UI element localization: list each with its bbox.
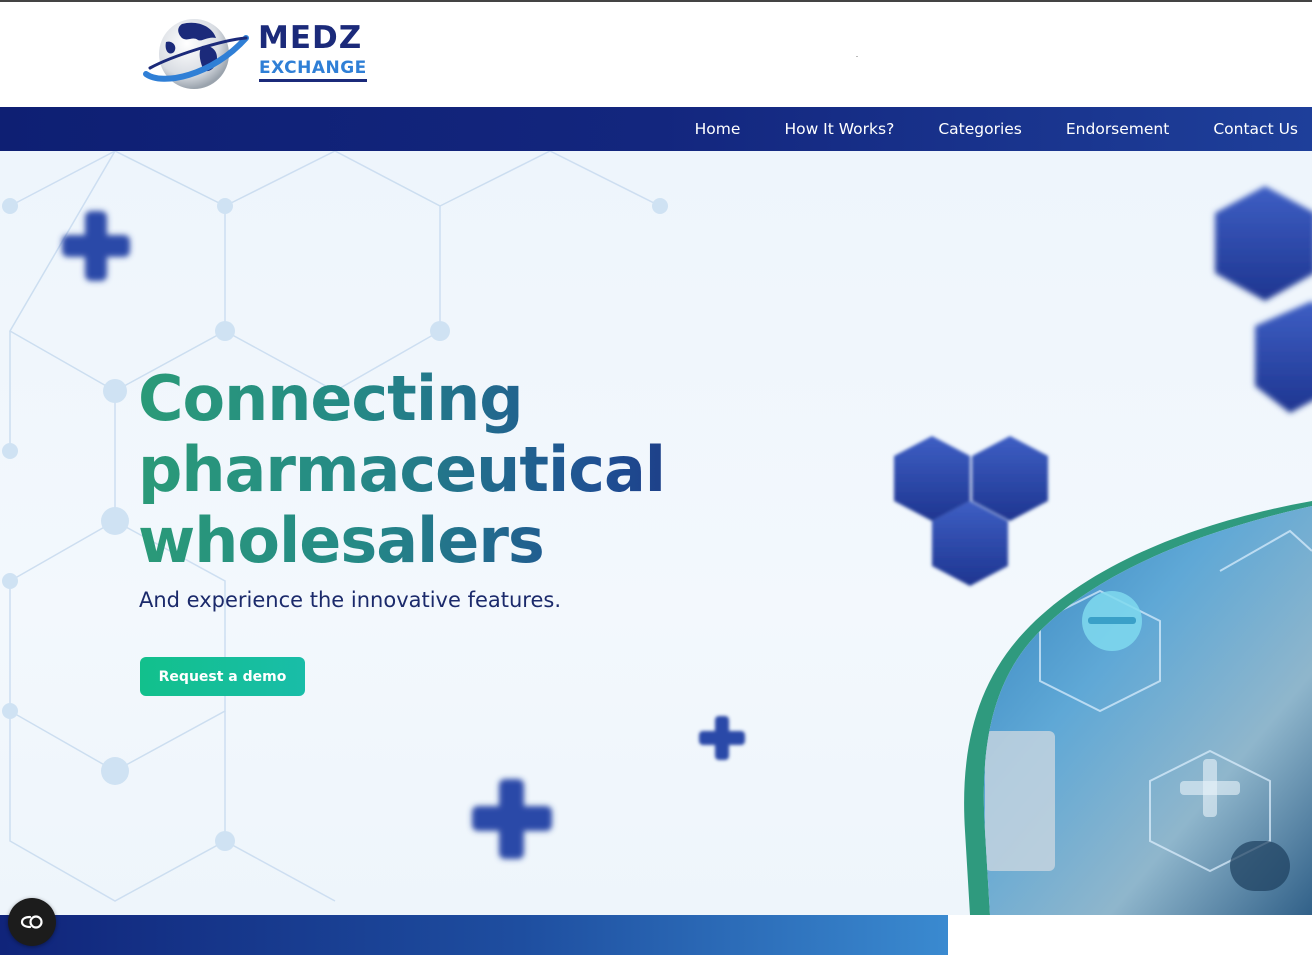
site-logo[interactable]: MEDZ EXCHANGE <box>142 16 382 92</box>
cookie-consent-icon <box>20 915 43 929</box>
nav-menu: Home How It Works? Categories Endorsemen… <box>651 107 1298 151</box>
globe-icon <box>143 19 249 89</box>
hexagon-cluster-center <box>894 436 1048 586</box>
nav-home[interactable]: Home <box>695 120 741 138</box>
headline-line-3: wholesalers <box>138 504 544 577</box>
nav-endorsement[interactable]: Endorsement <box>1066 120 1169 138</box>
hero-section: Connecting pharmaceutical wholesalers An… <box>0 151 1312 915</box>
plus-decoration-2 <box>699 716 745 760</box>
bottom-white-area <box>948 915 1312 955</box>
nav-how-it-works[interactable]: How It Works? <box>784 120 894 138</box>
plus-decoration-1 <box>62 211 130 281</box>
logo-text-medz: MEDZ <box>258 20 363 56</box>
hero-subtitle: And experience the innovative features. <box>139 588 562 612</box>
headline-line-2: pharmaceutical <box>138 433 666 506</box>
plus-decoration-3 <box>472 779 552 859</box>
site-header: MEDZ EXCHANGE <box>0 2 1312 107</box>
cookie-consent-button[interactable] <box>8 898 56 946</box>
nav-categories[interactable]: Categories <box>938 120 1022 138</box>
hexagon-cluster-right <box>1215 186 1312 413</box>
header-artifact <box>856 56 858 57</box>
main-navigation: Home How It Works? Categories Endorsemen… <box>0 107 1312 151</box>
hero-headline: Connecting pharmaceutical wholesalers <box>138 363 758 576</box>
logo-text-exchange: EXCHANGE <box>259 58 367 82</box>
request-demo-button[interactable]: Request a demo <box>140 657 305 696</box>
bottom-gradient-bar <box>0 915 948 955</box>
nav-contact-us[interactable]: Contact Us <box>1213 120 1298 138</box>
headline-line-1: Connecting <box>138 362 523 435</box>
